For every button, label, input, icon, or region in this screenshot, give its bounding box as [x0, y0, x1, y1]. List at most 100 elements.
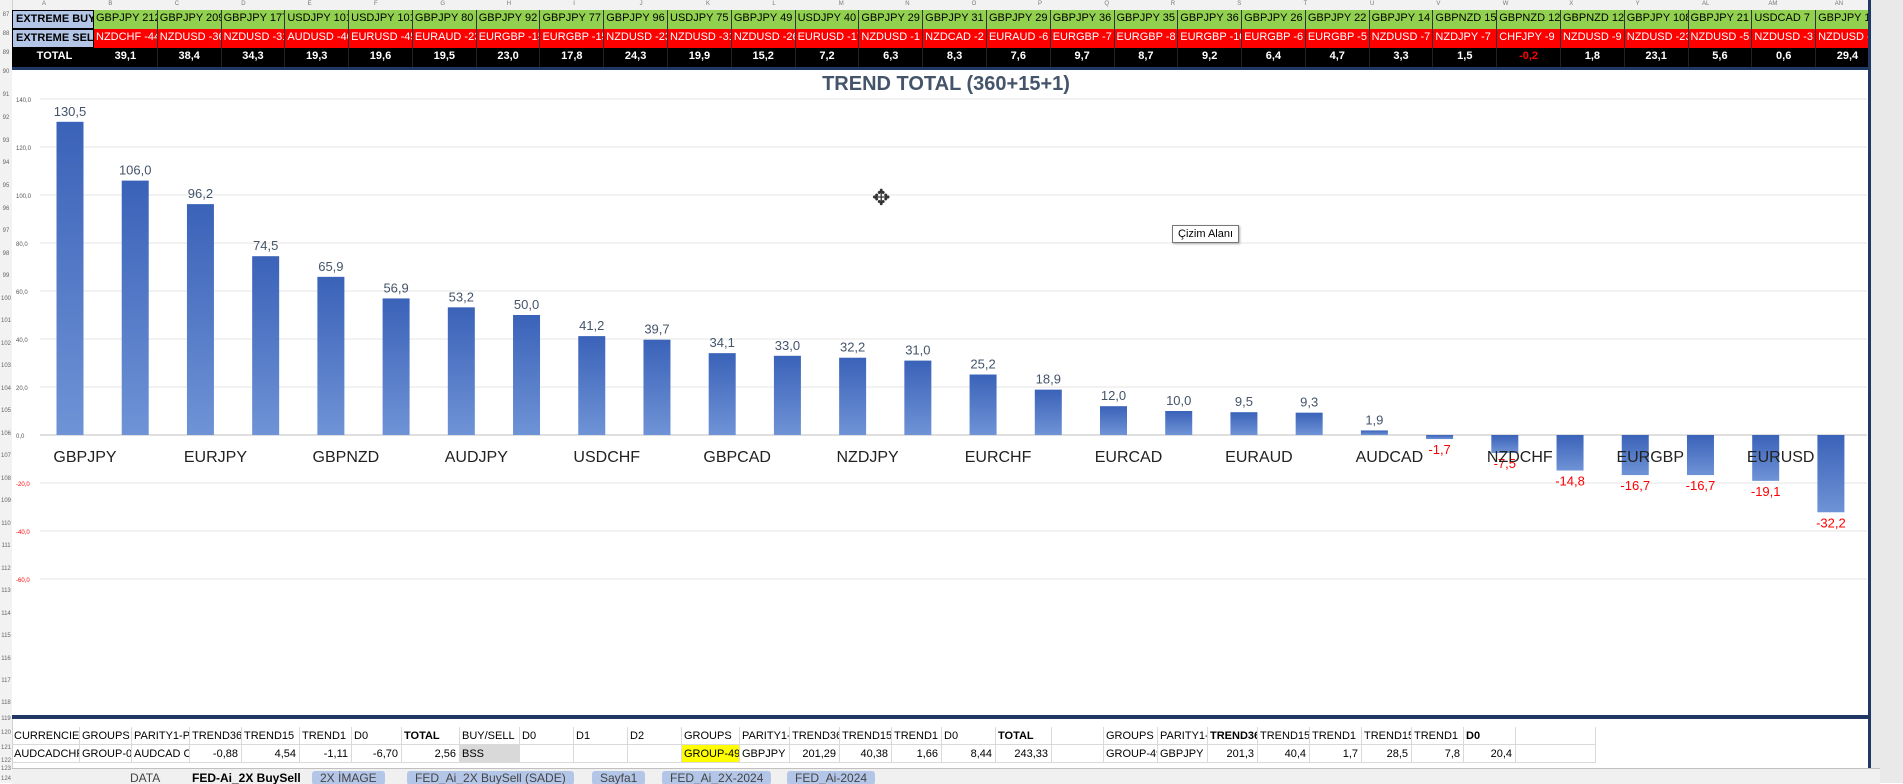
- extreme-sell-cell[interactable]: EURUSD -17: [796, 29, 860, 48]
- column-letter[interactable]: P: [1038, 1, 1042, 7]
- chart-bar[interactable]: [1295, 412, 1323, 435]
- chart-bar[interactable]: [121, 180, 149, 435]
- column-letter[interactable]: O: [972, 1, 977, 7]
- column-letter[interactable]: C: [175, 1, 179, 7]
- column-letter[interactable]: W: [1503, 1, 1509, 7]
- total-cell[interactable]: 23,0: [477, 48, 541, 67]
- extreme-buy-cell[interactable]: GBPJPY 22: [1306, 10, 1370, 29]
- sheet-tab[interactable]: DATA: [122, 771, 168, 784]
- row-number[interactable]: 105: [0, 408, 12, 414]
- column-letter[interactable]: K: [706, 1, 710, 7]
- extreme-buy-cell[interactable]: GBPJPY 36: [1178, 10, 1243, 29]
- chart-bar[interactable]: [969, 374, 997, 435]
- extreme-buy-cell[interactable]: GBPNZD 12: [1561, 10, 1625, 29]
- table-cell[interactable]: 8,44: [942, 745, 996, 763]
- row-number[interactable]: 101: [0, 318, 12, 324]
- row-number[interactable]: 118: [0, 700, 12, 706]
- row-number[interactable]: 120: [0, 730, 12, 736]
- row-number[interactable]: 111: [0, 543, 12, 549]
- row-number[interactable]: 92: [0, 115, 12, 121]
- row-number[interactable]: 103: [0, 363, 12, 369]
- total-cell[interactable]: 9,7: [1051, 48, 1115, 67]
- extreme-sell-cell[interactable]: NZDUSD -1: [859, 29, 924, 48]
- table-header-cell[interactable]: TREND15: [1362, 727, 1412, 745]
- sheet-tab[interactable]: 2X İMAGE: [312, 771, 385, 784]
- extreme-buy-cell[interactable]: GBPNZD 12: [1497, 10, 1561, 29]
- chart-bar[interactable]: [1817, 435, 1845, 513]
- extreme-buy-cell[interactable]: GBPJPY 92: [477, 10, 541, 29]
- total-cell[interactable]: -0,2: [1497, 48, 1561, 67]
- extreme-buy-cell[interactable]: GBPJPY 96: [604, 10, 669, 29]
- extreme-buy-cell[interactable]: GBPJPY 26: [1242, 10, 1306, 29]
- extreme-sell-cell[interactable]: NZDUSD -7: [1370, 29, 1434, 48]
- total-label[interactable]: TOTAL: [12, 48, 94, 67]
- row-number[interactable]: 109: [0, 498, 12, 504]
- chart-bar[interactable]: [186, 204, 214, 435]
- extreme-sell-cell[interactable]: EURGBP -5: [1306, 29, 1370, 48]
- chart-bar[interactable]: [252, 256, 280, 435]
- row-number[interactable]: 88: [0, 31, 12, 37]
- row-number[interactable]: 108: [0, 476, 12, 482]
- table-cell[interactable]: 28,5: [1362, 745, 1412, 763]
- table-cell[interactable]: GROUP-49: [682, 745, 740, 763]
- row-number[interactable]: 104: [0, 386, 12, 392]
- table-header-cell[interactable]: TREND1: [892, 727, 942, 745]
- column-letter[interactable]: AM: [1768, 1, 1777, 7]
- chart-bar[interactable]: [773, 355, 801, 435]
- total-cell[interactable]: 38,4: [158, 48, 222, 67]
- extreme-sell-cell[interactable]: EURGBP -6: [1242, 29, 1306, 48]
- row-number[interactable]: 98: [0, 251, 12, 257]
- extreme-sell-cell[interactable]: EURGBP -15: [477, 29, 541, 48]
- table-header-cell[interactable]: GROUPS: [80, 727, 132, 745]
- extreme-sell-cell[interactable]: AUDUSD -40: [285, 29, 350, 48]
- total-cell[interactable]: 39,1: [94, 48, 158, 67]
- column-letter[interactable]: Q: [1104, 1, 1109, 7]
- table-cell[interactable]: 1,66: [892, 745, 942, 763]
- column-letter[interactable]: M: [839, 1, 844, 7]
- total-cell[interactable]: 23,1: [1625, 48, 1689, 67]
- total-cell[interactable]: 17,8: [540, 48, 605, 67]
- extreme-sell-cell[interactable]: NZDUSD -23: [604, 29, 669, 48]
- sheet-tab[interactable]: FED_Ai-2024: [787, 771, 876, 784]
- column-letter[interactable]: J: [640, 1, 643, 7]
- total-cell[interactable]: 3,3: [1370, 48, 1434, 67]
- extreme-buy-label[interactable]: EXTREME BUY: [12, 10, 94, 29]
- chart-bar[interactable]: [643, 339, 671, 435]
- column-letter[interactable]: V: [1436, 1, 1440, 7]
- column-letter[interactable]: G: [440, 1, 445, 7]
- chart-bar[interactable]: [708, 353, 736, 435]
- total-cell[interactable]: 34,3: [222, 48, 286, 67]
- extreme-sell-cell[interactable]: NZDUSD -36: [158, 29, 222, 48]
- column-letter[interactable]: D: [241, 1, 245, 7]
- extreme-buy-cell[interactable]: USDJPY 101: [349, 10, 413, 29]
- row-number[interactable]: 102: [0, 341, 12, 347]
- table-cell[interactable]: 2,56: [402, 745, 460, 763]
- table-cell[interactable]: [1052, 745, 1104, 763]
- extreme-buy-cell[interactable]: GBPJPY 77: [540, 10, 605, 29]
- extreme-sell-cell[interactable]: EURGBP -7: [1051, 29, 1115, 48]
- table-cell[interactable]: 40,38: [840, 745, 892, 763]
- extreme-sell-cell[interactable]: EURGBP -15: [540, 29, 605, 48]
- row-number[interactable]: 117: [0, 678, 12, 684]
- extreme-sell-cell[interactable]: EURAUD -23: [413, 29, 477, 48]
- chart-bar[interactable]: [56, 121, 84, 436]
- extreme-buy-cell[interactable]: GBPJPY 36: [1051, 10, 1115, 29]
- extreme-sell-cell[interactable]: EURUSD -45: [349, 29, 413, 48]
- extreme-buy-cell[interactable]: GBPJPY 29: [859, 10, 924, 29]
- chart-bar[interactable]: [578, 336, 606, 435]
- table-header-cell[interactable]: D0: [942, 727, 996, 745]
- row-number[interactable]: 112: [0, 566, 12, 572]
- table-header-cell[interactable]: D0: [1464, 727, 1516, 745]
- table-cell[interactable]: -1,11: [300, 745, 352, 763]
- table-header-cell[interactable]: [1052, 727, 1104, 745]
- extreme-sell-cell[interactable]: NZDUSD -31: [222, 29, 286, 48]
- table-cell[interactable]: -0,88: [190, 745, 242, 763]
- table-header-cell[interactable]: TOTAL: [996, 727, 1052, 745]
- table-cell[interactable]: [574, 745, 628, 763]
- total-cell[interactable]: 5,6: [1689, 48, 1753, 67]
- table-cell[interactable]: 40,4: [1258, 745, 1310, 763]
- table-header-cell[interactable]: GROUPS: [1104, 727, 1158, 745]
- table-cell[interactable]: AUDCAD CAD: [132, 745, 190, 763]
- row-number[interactable]: 99: [0, 273, 12, 279]
- chart-bar[interactable]: [1426, 435, 1454, 440]
